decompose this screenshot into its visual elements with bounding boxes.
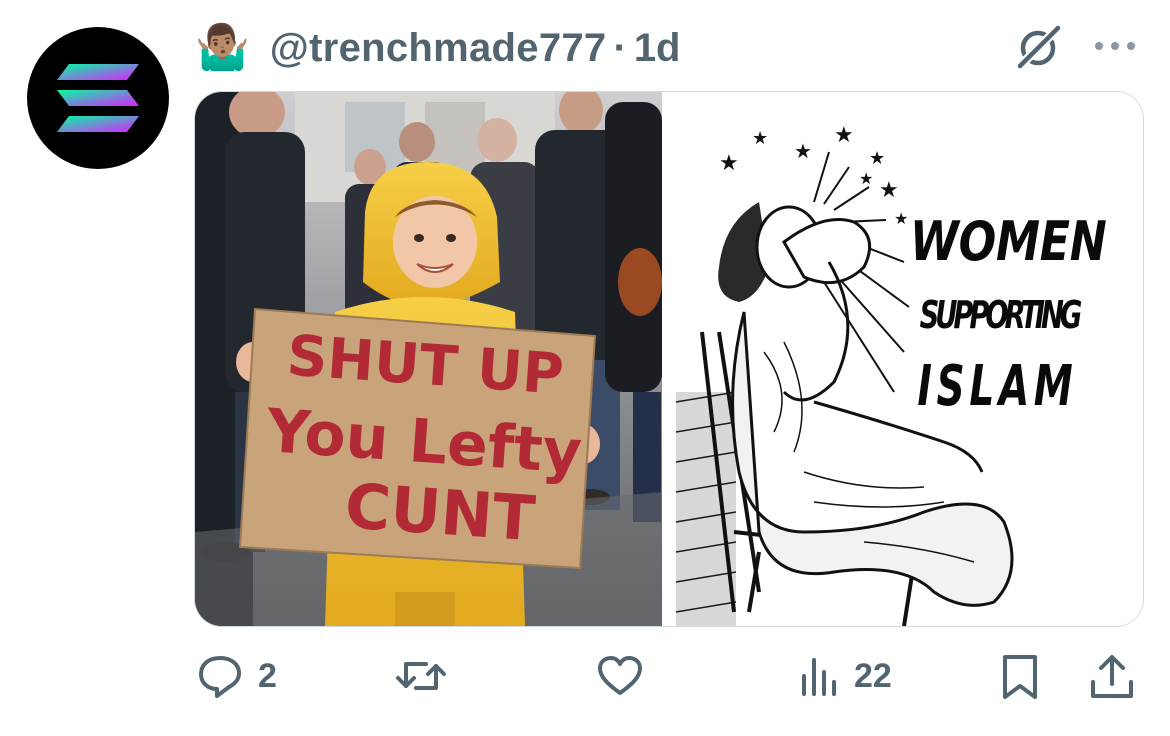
svg-text:★: ★ bbox=[869, 148, 885, 169]
solana-logo-icon bbox=[57, 64, 139, 132]
svg-text:★: ★ bbox=[859, 169, 873, 188]
retweet-icon bbox=[396, 662, 446, 690]
cartoon-woman-punching-self[interactable]: ★ ★ ★ ★ ★ ★ ★ ★ WOMEN SUPPORTING ISLAM bbox=[664, 92, 1143, 626]
share-button[interactable] bbox=[1088, 652, 1136, 702]
sign-line-3: CUNT bbox=[343, 469, 538, 555]
like-icon bbox=[598, 656, 642, 695]
timestamp[interactable]: 1d bbox=[634, 26, 681, 71]
views-icon bbox=[802, 658, 836, 696]
share-icon bbox=[1091, 655, 1133, 698]
svg-text:★: ★ bbox=[794, 139, 812, 163]
tweet-actions: 2 22 bbox=[0, 640, 1170, 720]
svg-text:★: ★ bbox=[752, 128, 768, 149]
child-with-sign-photo[interactable]: SHUT UP You Lefty CUNT bbox=[195, 92, 662, 626]
user-emoji: 🤷🏽‍♂️ bbox=[195, 22, 250, 73]
caption-line-2: SUPPORTING bbox=[920, 292, 1083, 337]
separator-dot: · bbox=[613, 25, 627, 70]
more-icon[interactable] bbox=[1090, 34, 1140, 58]
svg-text:★: ★ bbox=[894, 209, 908, 228]
views-count: 22 bbox=[854, 656, 892, 695]
tweet-media[interactable]: SHUT UP You Lefty CUNT ★ ★ ★ ★ ★ ★ ★ ★ W… bbox=[194, 91, 1144, 627]
svg-text:★: ★ bbox=[834, 123, 854, 148]
caption-line-1: WOMEN bbox=[910, 210, 1107, 273]
svg-text:★: ★ bbox=[879, 178, 899, 203]
bookmark-icon bbox=[1003, 655, 1037, 699]
views-button[interactable]: 22 bbox=[800, 652, 892, 700]
user-handle[interactable]: @trenchmade777 bbox=[270, 26, 607, 71]
avatar[interactable] bbox=[27, 27, 169, 169]
reply-icon bbox=[199, 656, 241, 698]
like-button[interactable] bbox=[596, 652, 658, 700]
svg-text:★: ★ bbox=[719, 151, 739, 176]
reply-count: 2 bbox=[258, 656, 277, 695]
grok-icon[interactable] bbox=[1012, 22, 1064, 74]
reply-button[interactable]: 2 bbox=[196, 652, 277, 700]
retweet-button[interactable] bbox=[394, 652, 462, 700]
tweet-header: 🤷🏽‍♂️ @trenchmade777 · 1d bbox=[195, 18, 681, 78]
bookmark-button[interactable] bbox=[1000, 652, 1040, 702]
